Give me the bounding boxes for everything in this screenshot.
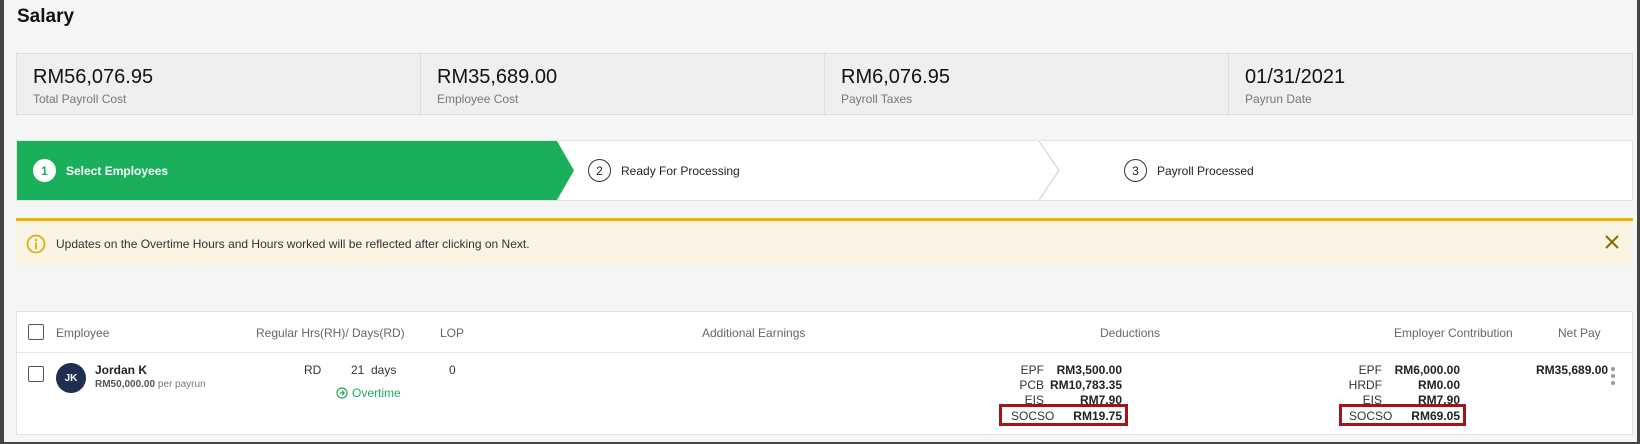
step-payroll-processed[interactable]: 3 Payroll Processed bbox=[1124, 141, 1254, 200]
info-icon bbox=[26, 234, 46, 253]
close-icon[interactable] bbox=[1603, 233, 1621, 251]
overtime-link[interactable]: Overtime bbox=[336, 386, 401, 400]
deduction-label: PCB bbox=[1019, 378, 1044, 392]
deduction-value: RM3,500.00 bbox=[1056, 363, 1122, 377]
days-unit: days bbox=[371, 363, 397, 377]
header-employee: Employee bbox=[56, 326, 110, 340]
salary-suffix: per payrun bbox=[157, 379, 206, 390]
table-row: JK Jordan K RM50,000.00 per payrun RD 21… bbox=[17, 353, 1632, 435]
contribution-value: RM6,000.00 bbox=[1394, 363, 1460, 377]
deductions-list: EPF RM3,500.00 PCB RM10,783.35 EIS RM7.9… bbox=[987, 361, 1128, 431]
stat-total-payroll-cost: RM56,076.95 Total Payroll Cost bbox=[17, 54, 421, 114]
lop-value[interactable]: 0 bbox=[449, 363, 456, 377]
employee-name[interactable]: Jordan K bbox=[95, 363, 147, 377]
employee-table: Employee Regular Hrs(RH)/ Days(RD) LOP A… bbox=[16, 311, 1633, 435]
stat-label: Payrun Date bbox=[1245, 92, 1312, 106]
contribution-value: RM69.05 bbox=[1411, 409, 1460, 423]
stat-value: RM6,076.95 bbox=[841, 66, 950, 88]
deduction-label: EPF bbox=[1020, 363, 1044, 377]
stat-label: Employee Cost bbox=[437, 92, 519, 106]
step-select-employees[interactable]: 1 Select Employees bbox=[17, 141, 574, 200]
header-net-pay: Net Pay bbox=[1558, 326, 1601, 340]
select-all-checkbox[interactable] bbox=[28, 324, 44, 340]
table-header: Employee Regular Hrs(RH)/ Days(RD) LOP A… bbox=[17, 312, 1632, 353]
stat-label: Payroll Taxes bbox=[841, 92, 913, 106]
alert-text: Updates on the Overtime Hours and Hours … bbox=[56, 236, 530, 251]
payroll-summary: RM56,076.95 Total Payroll Cost RM35,689.… bbox=[16, 53, 1633, 115]
net-pay-value: RM35,689.00 bbox=[1536, 363, 1609, 377]
stat-value: 01/31/2021 bbox=[1245, 66, 1346, 88]
employee-salary: RM50,000.00 per payrun bbox=[95, 379, 206, 390]
header-deductions: Deductions bbox=[1100, 326, 1161, 340]
contribution-label: SOCSO bbox=[1349, 409, 1393, 423]
step-divider bbox=[1039, 141, 1060, 200]
avatar: JK bbox=[56, 363, 86, 393]
header-regular-hrs: Regular Hrs(RH)/ Days(RD) bbox=[256, 326, 405, 340]
stat-payroll-taxes: RM6,076.95 Payroll Taxes bbox=[825, 54, 1229, 114]
deduction-value: RM19.75 bbox=[1073, 409, 1122, 423]
contribution-value: RM0.00 bbox=[1417, 378, 1460, 392]
stat-value: RM35,689.00 bbox=[437, 66, 558, 88]
header-employer-contribution: Employer Contribution bbox=[1394, 326, 1513, 340]
step-label: Select Employees bbox=[66, 163, 169, 178]
stat-label: Total Payroll Cost bbox=[33, 92, 127, 106]
stat-value: RM56,076.95 bbox=[33, 66, 154, 88]
contribution-label: HRDF bbox=[1348, 378, 1382, 392]
row-checkbox[interactable] bbox=[28, 366, 44, 382]
add-circle-icon bbox=[336, 387, 348, 399]
page-title: Salary bbox=[17, 6, 75, 27]
stat-payrun-date: 01/31/2021 Payrun Date bbox=[1229, 54, 1632, 114]
stat-employee-cost: RM35,689.00 Employee Cost bbox=[421, 54, 825, 114]
overtime-label: Overtime bbox=[352, 386, 401, 400]
salary-amount: RM50,000.00 bbox=[95, 379, 156, 390]
rd-label: RD bbox=[304, 363, 322, 377]
deduction-label: SOCSO bbox=[1011, 409, 1055, 423]
step-number: 3 bbox=[1124, 159, 1147, 182]
step-number: 2 bbox=[588, 159, 611, 182]
step-label: Payroll Processed bbox=[1157, 163, 1254, 178]
step-label: Ready For Processing bbox=[621, 163, 740, 178]
deduction-value: RM10,783.35 bbox=[1049, 378, 1122, 392]
days-value[interactable]: 21 bbox=[351, 363, 364, 377]
more-options-icon[interactable] bbox=[1611, 367, 1615, 385]
employer-contribution-list: EPF RM6,000.00 HRDF RM0.00 EIS RM7.90 SO… bbox=[1325, 361, 1466, 431]
step-ready-for-processing[interactable]: 2 Ready For Processing bbox=[588, 141, 740, 200]
step-number: 1 bbox=[33, 159, 56, 182]
contribution-label: EPF bbox=[1358, 363, 1382, 377]
header-lop: LOP bbox=[440, 326, 465, 340]
info-alert: Updates on the Overtime Hours and Hours … bbox=[16, 218, 1633, 266]
header-additional-earnings: Additional Earnings bbox=[702, 326, 806, 340]
payroll-stepper: 1 Select Employees 2 Ready For Processin… bbox=[16, 140, 1633, 201]
